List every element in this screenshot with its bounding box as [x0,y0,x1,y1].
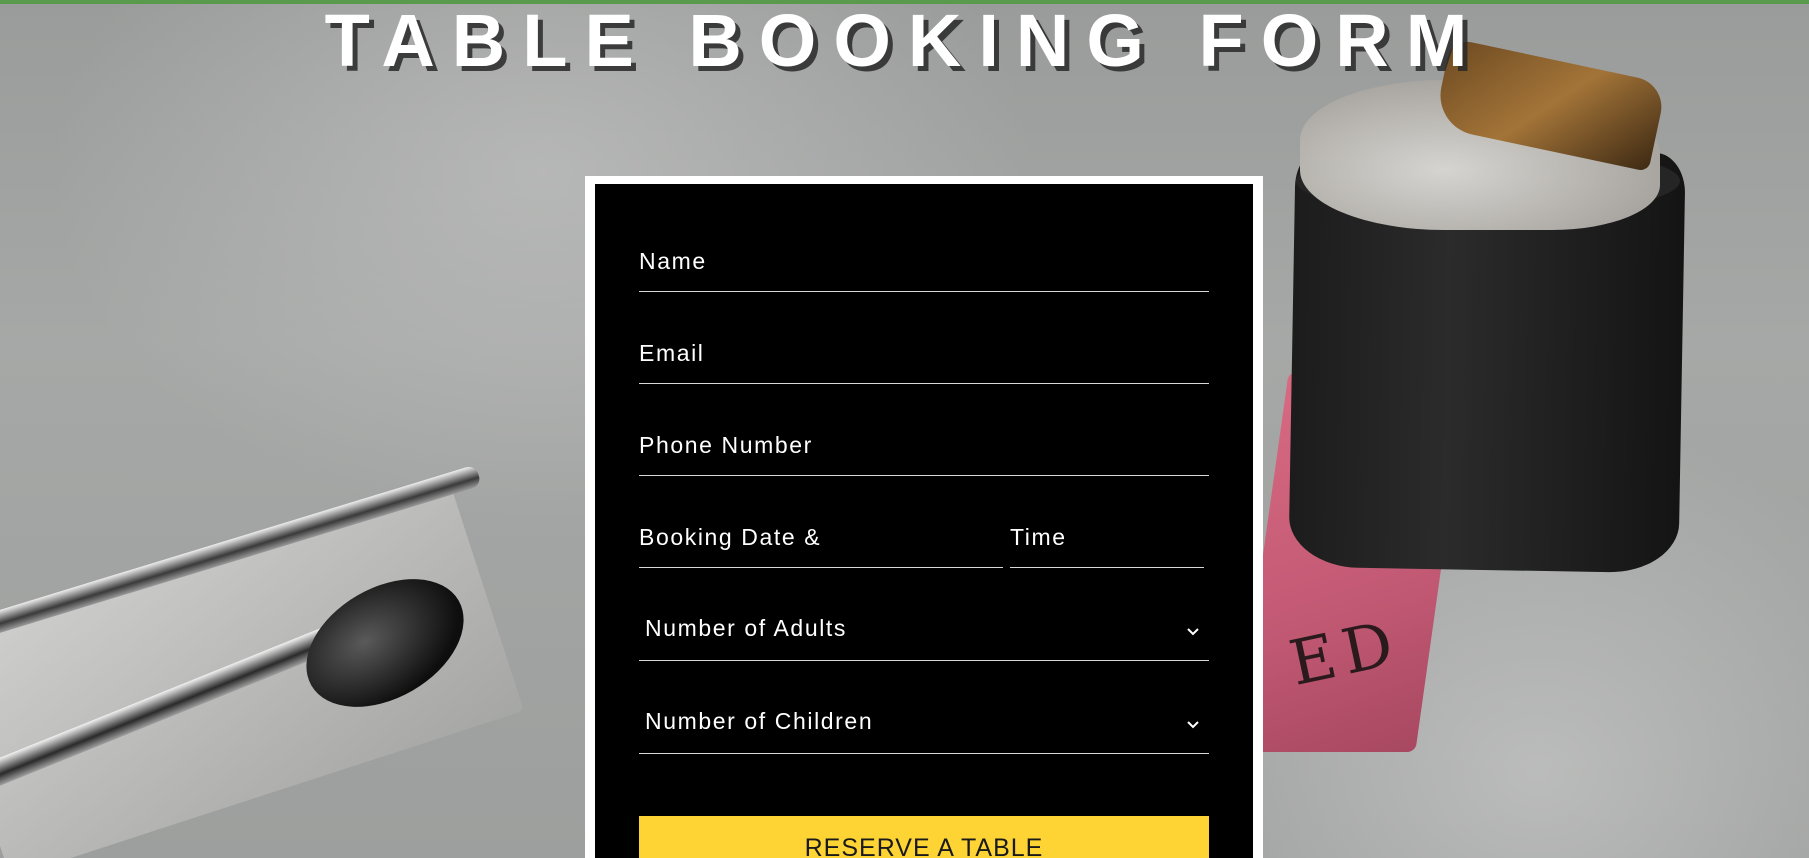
name-field[interactable]: Name [639,246,1209,292]
booking-date-placeholder: Booking Date & [639,524,822,550]
booking-form: Name Email Phone Number Booking Date & T… [595,184,1253,858]
booking-form-card: Name Email Phone Number Booking Date & T… [585,176,1263,858]
email-field[interactable]: Email [639,338,1209,384]
children-select-value: Number of Children [645,708,874,734]
name-placeholder: Name [639,248,707,274]
time-placeholder: Time [1010,524,1067,550]
email-placeholder: Email [639,340,705,366]
chevron-down-icon [1187,628,1199,636]
time-field[interactable]: Time [1010,522,1204,568]
phone-field[interactable]: Phone Number [639,430,1209,476]
children-select[interactable]: Number of Children [639,706,1209,754]
reserve-table-button[interactable]: RESERVE A TABLE [639,816,1209,858]
booking-date-field[interactable]: Booking Date & [639,522,1003,568]
adults-select-value: Number of Adults [645,615,848,641]
page-title: TABLE BOOKING FORM [324,0,1485,82]
adults-select[interactable]: Number of Adults [639,613,1209,661]
phone-placeholder: Phone Number [639,432,813,458]
chevron-down-icon [1187,721,1199,729]
